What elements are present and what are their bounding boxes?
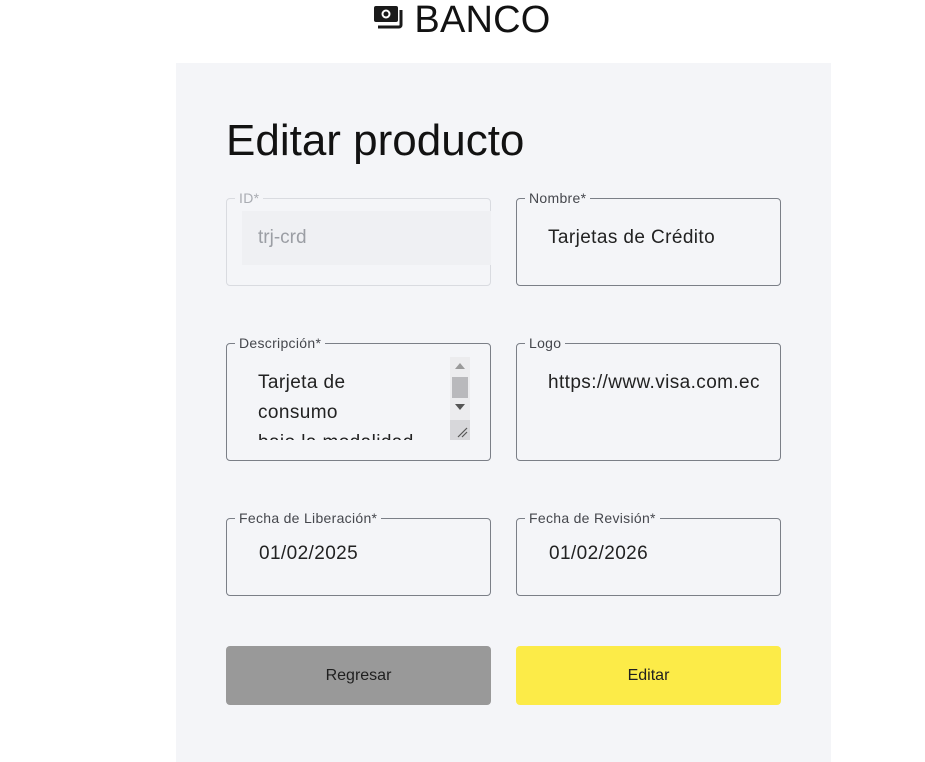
scroll-up-arrow-icon[interactable] [455, 363, 465, 369]
nombre-field[interactable]: Nombre* Tarjetas de Crédito [516, 191, 781, 286]
logo-field[interactable]: Logo https://www.visa.com.ec [516, 336, 781, 461]
id-field-label: ID* [239, 190, 260, 206]
resize-handle-icon[interactable] [450, 420, 470, 440]
edit-button[interactable]: Editar [516, 646, 781, 705]
brand-title: BANCO [414, 0, 551, 41]
nombre-input[interactable]: Tarjetas de Crédito [548, 227, 763, 249]
logo-textarea[interactable]: https://www.visa.com.ec [548, 372, 775, 394]
descripcion-field[interactable]: Descripción* Tarjeta de consumo bajo la … [226, 336, 491, 461]
money-icon [374, 6, 404, 32]
fecha-revision-input[interactable]: 01/02/2026 [549, 543, 763, 565]
descripcion-line: Tarjeta de [258, 372, 346, 393]
edit-product-card: Editar producto ID* trj-crd Nombre* Tarj… [176, 63, 831, 762]
fecha-liberacion-input[interactable]: 01/02/2025 [259, 543, 473, 565]
nombre-field-label: Nombre* [529, 190, 587, 206]
id-field: ID* trj-crd [226, 191, 491, 286]
descripcion-textarea[interactable]: Tarjeta de consumo bajo la modalidad [258, 368, 448, 440]
back-button[interactable]: Regresar [226, 646, 491, 705]
descripcion-line: bajo la modalidad [258, 428, 448, 440]
descripcion-line: consumo [258, 402, 338, 423]
id-input-disabled: trj-crd [242, 211, 491, 265]
fecha-revision-label: Fecha de Revisión* [529, 510, 656, 526]
page-title: Editar producto [226, 116, 525, 165]
id-value: trj-crd [258, 227, 307, 248]
fecha-revision-field[interactable]: Fecha de Revisión* 01/02/2026 [516, 511, 781, 596]
fecha-liberacion-field[interactable]: Fecha de Liberación* 01/02/2025 [226, 511, 491, 596]
scroll-thumb[interactable] [452, 377, 468, 398]
fecha-liberacion-label: Fecha de Liberación* [239, 510, 378, 526]
brand-header: BANCO [0, 0, 925, 40]
scroll-down-arrow-icon[interactable] [455, 404, 465, 410]
logo-field-outline: Logo [516, 336, 781, 461]
descripcion-field-label: Descripción* [239, 335, 322, 351]
logo-field-label: Logo [529, 335, 562, 351]
